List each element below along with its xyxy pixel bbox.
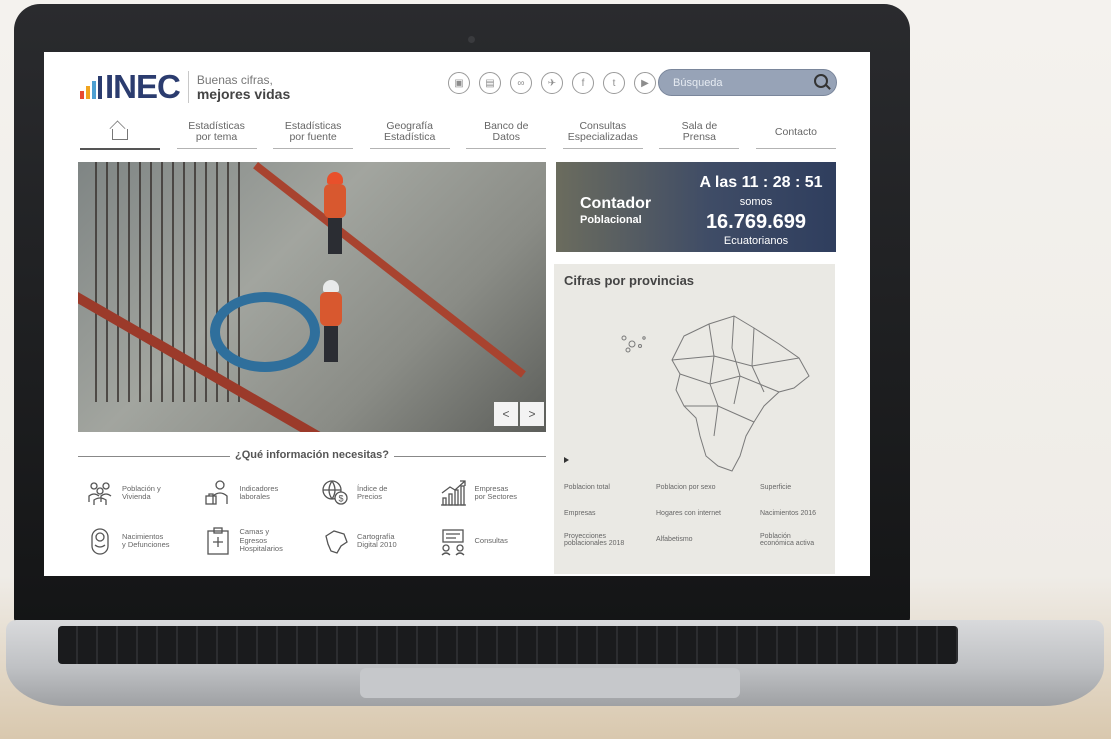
social-icon-c[interactable]: ∞ [510, 72, 532, 94]
provinces-links: Poblacion total Poblacion por sexo Super… [564, 481, 830, 547]
category-label: Consultas [474, 535, 508, 545]
nav-sala-de-prensa[interactable]: Sala de Prensa [659, 116, 740, 149]
nav-geografia-estadistica[interactable]: Geografía Estadística [369, 116, 450, 149]
province-link[interactable]: Nacimientos 2016 [760, 507, 830, 521]
nav-contacto[interactable]: Contacto [755, 116, 836, 149]
consult-icon [437, 525, 469, 557]
play-icon[interactable] [564, 457, 569, 463]
slider-next-button[interactable]: > [520, 402, 544, 426]
webcam [468, 36, 475, 43]
slider-prev-button[interactable]: < [494, 402, 518, 426]
nav-consultas-especializadas[interactable]: Consultas Especializadas [562, 116, 643, 149]
counter-title: Contador [580, 195, 652, 212]
province-link[interactable]: Población económica activa [760, 533, 830, 548]
logo-text: INEC [105, 68, 181, 105]
info-categories: Población y Vivienda Indicadores laboral… [84, 476, 554, 558]
people-icon [84, 477, 116, 509]
home-icon [112, 128, 128, 140]
category-hospitalarios[interactable]: Camas y Egresos Hospitalarios [202, 524, 320, 558]
worker-icon [202, 477, 234, 509]
category-poblacion[interactable]: Población y Vivienda [84, 476, 202, 510]
map-icon [319, 525, 351, 557]
browser-screen: INEC Buenas cifras, mejores vidas ▣ ▤ ∞ … [44, 52, 870, 576]
hero-worker [324, 172, 346, 254]
keyboard [58, 626, 958, 664]
category-label: Indicadores laborales [239, 483, 279, 501]
category-label: Camas y Egresos Hospitalarios [239, 527, 283, 554]
svg-text:$: $ [339, 494, 344, 504]
hospital-icon [202, 525, 234, 557]
ecuador-map[interactable] [614, 296, 814, 476]
province-link[interactable]: Superficie [760, 481, 830, 495]
counter-number: 16.769.699 [705, 211, 807, 233]
category-cartografia[interactable]: Cartografía Digital 2010 [319, 524, 437, 558]
prices-icon: $ [319, 477, 351, 509]
counter-time: A las 11 : 28 : 51 [699, 174, 823, 191]
youtube-icon[interactable]: ▶ [634, 72, 656, 94]
category-nacimientos[interactable]: Nacimientos y Defunciones [84, 524, 202, 558]
growth-chart-icon [437, 477, 469, 509]
search-input[interactable] [671, 73, 805, 93]
baby-icon [84, 525, 116, 557]
category-label: Población y Vivienda [122, 483, 161, 501]
social-icon-b[interactable]: ▤ [479, 72, 501, 94]
nav-banco-de-datos[interactable]: Banco de Datos [466, 116, 547, 149]
social-links: ▣ ▤ ∞ ✈ f t ▶ [448, 72, 656, 94]
province-link[interactable]: Proyecciones poblacionales 2018 [564, 533, 656, 548]
tagline-line2: mejores vidas [196, 85, 291, 102]
social-icon-a[interactable]: ▣ [448, 72, 470, 94]
search-icon[interactable] [814, 74, 828, 88]
main-nav: Estadísticas por tema Estadísticas por f… [80, 116, 836, 150]
population-counter: Contador Poblacional A las 11 : 28 : 51 … [556, 162, 836, 252]
hero-rebar [86, 162, 246, 402]
tagline: Buenas cifras, mejores vidas [197, 73, 290, 102]
search-box [658, 69, 837, 96]
province-link[interactable]: Poblacion total [564, 481, 656, 495]
social-icon-d[interactable]: ✈ [541, 72, 563, 94]
province-link[interactable]: Alfabetismo [656, 533, 760, 547]
category-precios[interactable]: $ Índice de Precios [319, 476, 437, 510]
twitter-icon[interactable]: t [603, 72, 625, 94]
counter-somos: somos [739, 196, 773, 208]
province-link[interactable]: Poblacion por sexo [656, 481, 760, 495]
provinces-panel: Cifras por provincias Poblacion total Po… [554, 264, 835, 574]
category-consultas[interactable]: Consultas [437, 524, 555, 558]
trackpad [360, 668, 740, 698]
nav-estadisticas-por-tema[interactable]: Estadísticas por tema [176, 116, 257, 149]
logo-bars-icon [80, 75, 102, 99]
province-link[interactable]: Empresas [564, 507, 656, 521]
counter-subtitle: Poblacional [580, 214, 642, 226]
hero-slider: < > [78, 162, 546, 432]
counter-unit: Ecuatorianos [723, 235, 789, 247]
category-empresas[interactable]: Empresas por Sectores [437, 476, 555, 510]
provinces-title: Cifras por provincias [564, 273, 695, 288]
category-label: Cartografía Digital 2010 [357, 531, 397, 549]
hero-worker [320, 280, 342, 362]
logo[interactable]: INEC Buenas cifras, mejores vidas [80, 68, 290, 106]
tagline-line1: Buenas cifras, [196, 72, 273, 87]
category-label: Empresas por Sectores [474, 483, 518, 501]
category-label: Índice de Precios [357, 483, 388, 501]
hero-cable-coil [210, 292, 320, 372]
nav-estadisticas-por-fuente[interactable]: Estadísticas por fuente [273, 116, 354, 149]
facebook-icon[interactable]: f [572, 72, 594, 94]
logo-divider [187, 71, 189, 103]
category-indicadores[interactable]: Indicadores laborales [202, 476, 320, 510]
info-title: ¿Qué información necesitas? [234, 449, 390, 461]
province-link[interactable]: Hogares con internet [656, 507, 760, 521]
info-heading: ¿Qué información necesitas? [78, 448, 546, 464]
category-label: Nacimientos y Defunciones [122, 531, 170, 549]
nav-home[interactable] [80, 116, 160, 150]
